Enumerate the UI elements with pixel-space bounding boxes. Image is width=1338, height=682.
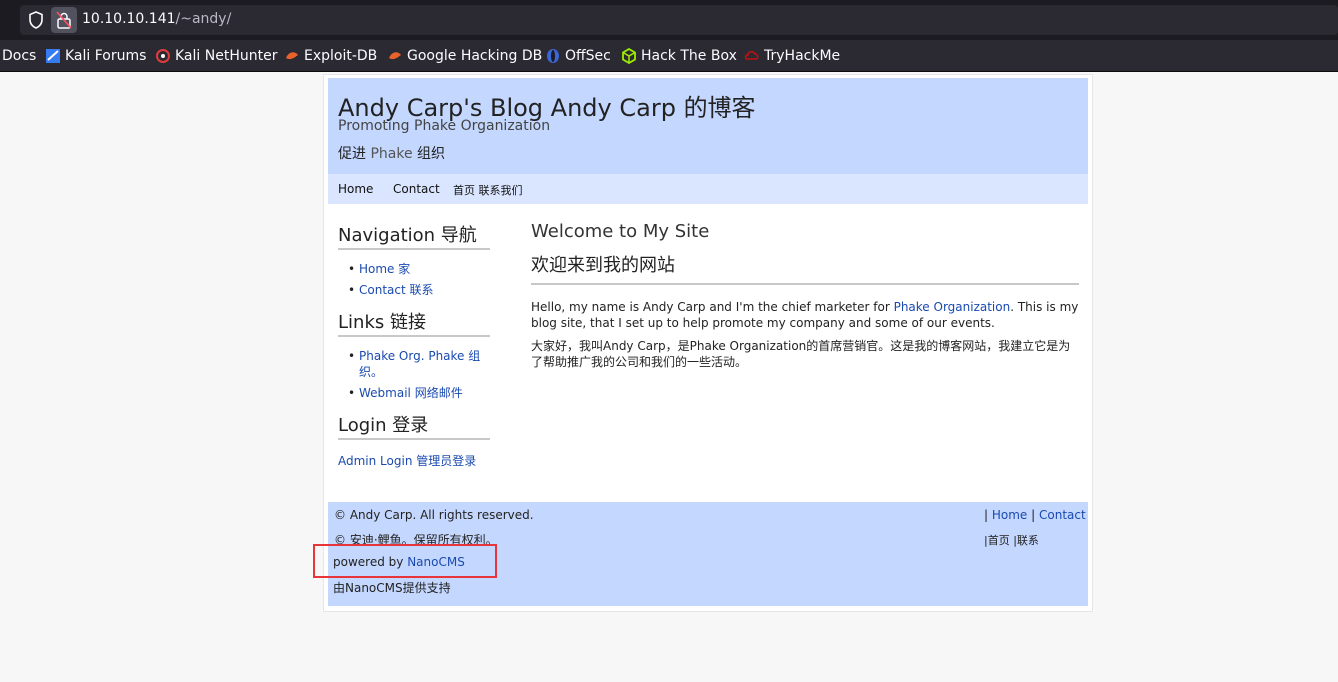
- intro-text: Hello, my name is Andy Carp and I'm the …: [531, 300, 894, 314]
- subtitle-cn-part: 促进: [338, 146, 366, 162]
- subtitle-cn-part: 组织: [417, 146, 446, 162]
- intro-paragraph: Hello, my name is Andy Carp and I'm the …: [531, 299, 1079, 331]
- bookmark-kali-nethunter[interactable]: Kali NetHunter: [155, 47, 277, 65]
- navigation-heading: Navigation 导航: [338, 221, 490, 250]
- nav-cn-links[interactable]: 首页 联系我们: [453, 182, 523, 198]
- main-content: Welcome to My Site 欢迎来到我的网站 Hello, my na…: [531, 221, 1079, 370]
- bookmarks-toolbar: Docs Kali Forums Kali NetHunter Exploit-…: [0, 40, 1338, 72]
- admin-login-link[interactable]: Admin Login 管理员登录: [338, 452, 490, 469]
- offsec-icon: [547, 49, 559, 63]
- bookmark-label: OffSec: [565, 48, 611, 64]
- page-heading: Welcome to My Site: [531, 221, 710, 242]
- phake-organization-link[interactable]: Phake Organization: [894, 300, 1011, 314]
- site-subtitle: Promoting Phake Organization: [338, 118, 551, 134]
- kali-nethunter-icon: [156, 49, 170, 63]
- intro-paragraph-cn: 大家好，我叫Andy Carp，是Phake Organization的首席营销…: [531, 339, 1071, 369]
- footer-links-cn[interactable]: |首页 |联系: [984, 532, 1039, 548]
- nav-home-link[interactable]: Home: [338, 182, 373, 196]
- bookmark-label: Google Hacking DB: [407, 48, 543, 64]
- highlight-box: [313, 544, 497, 578]
- bookmark-label: Exploit-DB: [304, 48, 378, 64]
- list-item: Webmail 网络邮件: [348, 385, 490, 401]
- bookmark-label: Docs: [2, 48, 37, 64]
- insecure-lock-icon[interactable]: [51, 7, 77, 33]
- bookmark-label: Hack The Box: [641, 48, 737, 64]
- navigation-list: Home 家 Contact 联系: [348, 261, 490, 298]
- browser-toolbar: 10.10.10.141/~andy/: [0, 0, 1338, 40]
- powered-by-cn: 由NanoCMS提供支持: [333, 581, 451, 595]
- url-path: /~andy/: [175, 11, 232, 27]
- exploit-db-icon: [286, 52, 298, 60]
- list-item: Phake Org. Phake 组织。: [348, 348, 490, 380]
- site-subtitle-cn: 促进 Phake 组织: [338, 143, 445, 163]
- footer-contact-link[interactable]: Contact: [1039, 508, 1086, 522]
- copyright-text: © Andy Carp. All rights reserved.: [334, 508, 534, 522]
- top-nav: Home Contact 首页 联系我们: [328, 174, 1088, 204]
- list-item: Contact 联系: [348, 282, 490, 298]
- subtitle-cn-phake: Phake: [370, 146, 413, 162]
- bookmark-kali-forums[interactable]: Kali Forums: [45, 47, 146, 65]
- page-heading-cn: 欢迎来到我的网站: [531, 251, 1079, 285]
- nav-contact-link[interactable]: Contact: [393, 182, 440, 196]
- url-host: 10.10.10.141: [82, 11, 176, 27]
- bookmark-tryhackme[interactable]: TryHackMe: [744, 47, 840, 65]
- separator: |: [1031, 508, 1036, 522]
- bookmark-docs[interactable]: Docs: [2, 47, 36, 65]
- phake-org-link[interactable]: Phake Org. Phake 组织。: [359, 349, 480, 379]
- separator: |: [984, 508, 989, 522]
- url-text[interactable]: 10.10.10.141/~andy/: [82, 11, 231, 27]
- list-item: Home 家: [348, 261, 490, 277]
- sidebar: Navigation 导航 Home 家 Contact 联系 Links 链接…: [338, 221, 490, 469]
- bookmark-google-hacking-db[interactable]: Google Hacking DB: [387, 47, 542, 65]
- site-header: Andy Carp's Blog Andy Carp 的博客 Promoting…: [328, 78, 1088, 174]
- webmail-link[interactable]: Webmail 网络邮件: [359, 386, 463, 400]
- links-heading: Links 链接: [338, 308, 490, 337]
- google-hacking-db-icon: [389, 52, 401, 60]
- login-heading: Login 登录: [338, 411, 490, 440]
- bookmark-offsec[interactable]: OffSec: [545, 47, 611, 65]
- hack-the-box-icon: [622, 48, 636, 64]
- bookmark-hack-the-box[interactable]: Hack The Box: [621, 47, 737, 65]
- sidebar-home-link[interactable]: Home 家: [359, 262, 410, 276]
- sidebar-contact-link[interactable]: Contact 联系: [359, 283, 434, 297]
- shield-icon[interactable]: [28, 11, 44, 29]
- bookmark-label: TryHackMe: [764, 48, 841, 64]
- footer-home-link[interactable]: Home: [992, 508, 1027, 522]
- page-container: Andy Carp's Blog Andy Carp 的博客 Promoting…: [323, 74, 1093, 612]
- footer-links: | Home | Contact: [984, 508, 1086, 522]
- bookmark-label: Kali NetHunter: [175, 48, 278, 64]
- bookmark-label: Kali Forums: [65, 48, 147, 64]
- tryhackme-icon: [744, 51, 759, 60]
- links-list: Phake Org. Phake 组织。 Webmail 网络邮件: [348, 348, 490, 401]
- bookmark-exploit-db[interactable]: Exploit-DB: [284, 47, 377, 65]
- kali-forums-icon: [46, 49, 60, 63]
